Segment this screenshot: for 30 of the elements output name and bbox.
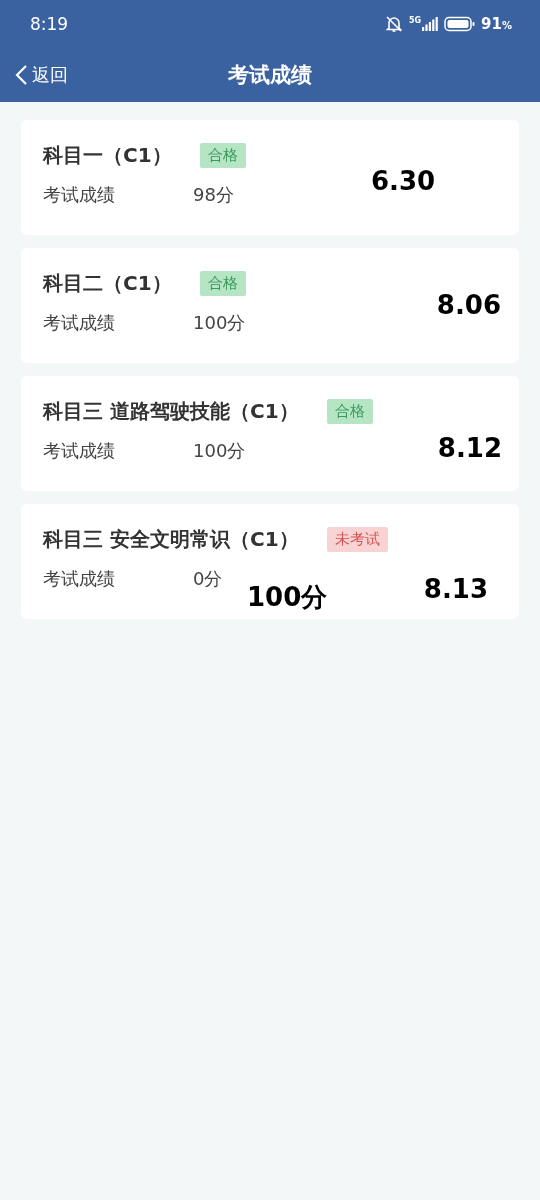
- status-tag: 合格: [326, 399, 373, 424]
- handwritten-note: 8.06: [436, 290, 501, 320]
- back-button[interactable]: 返回: [0, 63, 68, 87]
- signal-icon: [422, 17, 439, 31]
- handwritten-note: 6.30: [371, 166, 436, 196]
- score-label: 考试成绩: [43, 567, 116, 591]
- subject-title: 科目二（C1）: [43, 270, 172, 297]
- status-tag: 未考试: [326, 527, 388, 552]
- handwritten-note: 8.13: [423, 574, 488, 604]
- bell-off-icon: [384, 15, 403, 33]
- status-tag: 合格: [199, 271, 246, 296]
- handwritten-note: 100分: [247, 581, 328, 614]
- score-value: 100分: [193, 311, 246, 335]
- chevron-left-icon: [14, 64, 28, 86]
- page-title: 考试成绩: [228, 62, 312, 89]
- score-label: 考试成绩: [43, 183, 116, 207]
- subject-title: 科目三 道路驾驶技能（C1）: [43, 398, 299, 425]
- subject-title: 科目一（C1）: [43, 142, 172, 169]
- handwritten-note: 8.12: [437, 433, 502, 463]
- subject-title: 科目三 安全文明常识（C1）: [43, 526, 299, 553]
- score-label: 考试成绩: [43, 311, 116, 335]
- score-value: 0分: [193, 567, 223, 591]
- battery-icon: [444, 16, 476, 32]
- battery-level: 91%: [481, 15, 512, 33]
- score-value: 98分: [193, 183, 234, 207]
- score-value: 100分: [193, 439, 246, 463]
- network-label: 5G: [408, 17, 422, 25]
- time: 8:19: [30, 14, 69, 34]
- score-label: 考试成绩: [43, 439, 116, 463]
- status-tag: 合格: [199, 143, 246, 168]
